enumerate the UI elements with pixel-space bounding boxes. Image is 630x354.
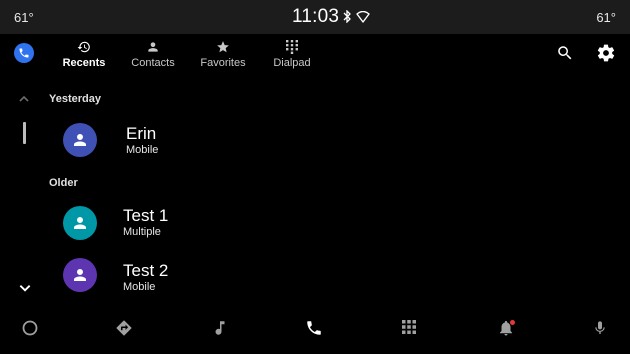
bluetooth-icon [342, 9, 352, 28]
tab-label: Dialpad [273, 57, 311, 69]
phone-icon [19, 48, 29, 58]
contact-type: Mobile [123, 281, 156, 293]
contact-type: Mobile [126, 144, 159, 156]
search-button[interactable] [556, 44, 574, 67]
section-header-older: Older [49, 177, 78, 189]
scrollbar-thumb[interactable] [23, 122, 26, 144]
tab-label: Contacts [131, 57, 175, 69]
contact-type: Multiple [123, 226, 161, 238]
bottom-navigation-bar [0, 310, 630, 354]
navigation-button[interactable] [115, 319, 133, 342]
temperature-right[interactable]: 61° [596, 10, 616, 25]
tab-dialpad[interactable]: Dialpad [272, 40, 312, 74]
scroll-down-button[interactable] [18, 281, 32, 300]
microphone-icon [595, 321, 605, 334]
scroll-up-button[interactable] [18, 92, 30, 110]
voice-assistant-button[interactable] [592, 319, 608, 342]
clock: 11:03 [292, 6, 340, 27]
apps-button[interactable] [401, 319, 417, 340]
contact-name: Test 2 [123, 261, 169, 280]
home-icon [22, 320, 38, 336]
navigation-icon [116, 320, 132, 336]
list-item[interactable]: Test 1 Multiple [50, 206, 550, 256]
music-button[interactable] [211, 319, 229, 342]
person-icon [148, 42, 158, 52]
tab-recents[interactable]: Recents [62, 40, 106, 74]
contact-name: Erin [126, 124, 157, 143]
home-button[interactable] [21, 319, 39, 342]
apps-icon [402, 320, 416, 334]
list-item[interactable]: Test 2 Mobile [50, 258, 550, 308]
search-icon [558, 46, 572, 60]
person-icon [74, 134, 86, 146]
tab-label: Recents [62, 57, 106, 69]
tab-favorites[interactable]: Favorites [199, 40, 247, 74]
temperature-left[interactable]: 61° [14, 10, 34, 25]
list-item[interactable]: Erin Mobile [50, 123, 550, 173]
chevron-down-icon [19, 285, 31, 292]
music-icon [215, 321, 225, 335]
status-bar: 61° 11:03 61° [0, 0, 630, 34]
phone-icon [307, 321, 321, 335]
person-icon [74, 269, 86, 281]
contact-name: Test 1 [123, 206, 169, 225]
settings-button[interactable] [596, 43, 616, 68]
chevron-up-icon [19, 95, 29, 102]
avatar [63, 206, 97, 240]
tab-contacts[interactable]: Contacts [130, 40, 176, 74]
person-icon [74, 217, 86, 229]
phone-button[interactable] [305, 319, 323, 342]
avatar [63, 258, 97, 292]
star-icon [217, 41, 229, 53]
phone-app-icon [14, 43, 34, 63]
notification-badge [510, 320, 515, 325]
wifi-icon [356, 10, 370, 28]
tab-label: Favorites [200, 57, 246, 69]
avatar [63, 123, 97, 157]
gear-icon [597, 44, 615, 62]
history-icon [77, 41, 90, 53]
dialpad-icon [286, 40, 298, 54]
section-header-yesterday: Yesterday [49, 93, 101, 105]
